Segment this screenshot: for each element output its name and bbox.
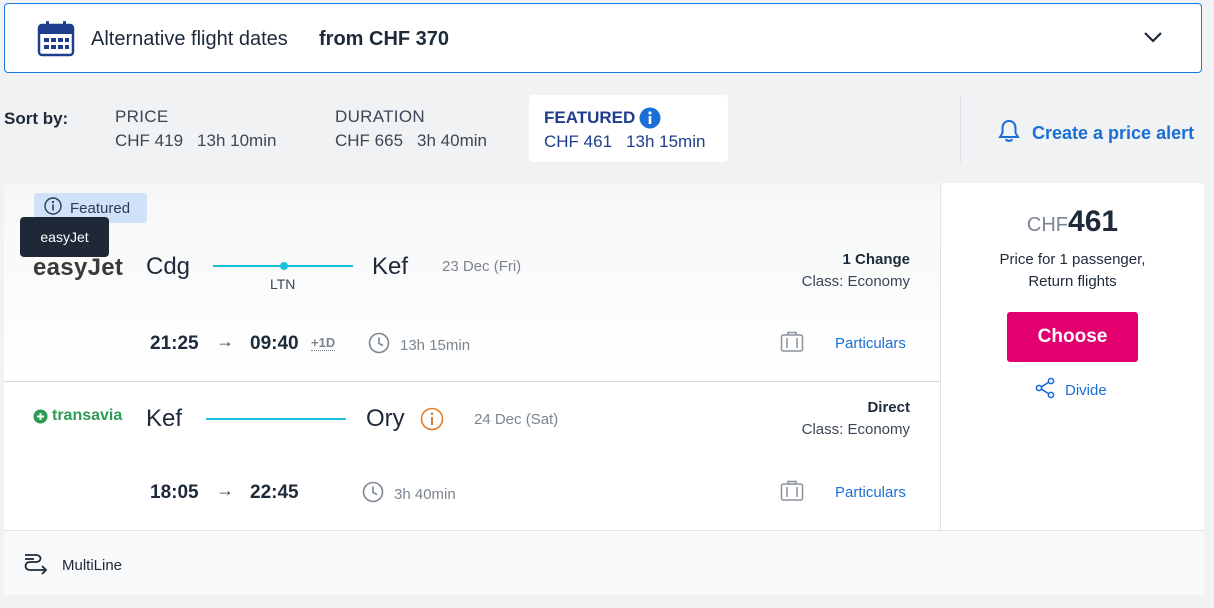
warning-icon[interactable] [420, 407, 444, 436]
clock-icon [362, 481, 384, 507]
transavia-logo: transavia [33, 407, 122, 425]
airline-tooltip: easyJet [20, 217, 109, 257]
clock-icon [368, 332, 390, 358]
sort-price-option[interactable]: PRICE CHF 419 13h 10min [115, 107, 276, 151]
share-icon [1034, 377, 1056, 403]
duration-text: 3h 40min [394, 485, 456, 503]
easyjet-logo: easyJet [33, 254, 124, 281]
sort-option-duration: 13h 15min [626, 132, 706, 151]
bell-icon [996, 118, 1022, 149]
price-note: Price for 1 passenger, Return flights [941, 249, 1204, 293]
alternative-dates-label: Alternative flight dates [91, 28, 288, 50]
divide-label: Divide [1065, 381, 1107, 399]
stopover-airport: LTN [270, 276, 296, 292]
sort-option-title: PRICE [115, 107, 169, 126]
alternative-dates-banner[interactable]: Alternative flight dates from CHF 370 [4, 3, 1202, 73]
info-icon [44, 197, 62, 219]
flight-duration: 3h 40min [362, 481, 456, 507]
calendar-icon [37, 20, 75, 63]
sort-option-title: FEATURED [544, 108, 636, 127]
sort-option-duration: 13h 10min [197, 131, 277, 150]
divider [960, 96, 961, 162]
sort-option-price: CHF 419 [115, 131, 184, 150]
cabin-class: Class: Economy [801, 421, 910, 438]
departure-time: 18:05 [150, 482, 199, 503]
departure-airport: Cdg [146, 253, 191, 280]
particulars-link[interactable]: Particulars [835, 484, 906, 501]
sort-option-price: CHF 665 [335, 131, 404, 150]
sort-by-label: Sort by: [4, 109, 69, 128]
changes-count: 1 Change [842, 251, 910, 268]
sort-option-title: DURATION [335, 107, 425, 126]
multiline-label: MultiLine [62, 556, 123, 574]
duration-text: 13h 15min [400, 336, 471, 354]
card-footer [4, 531, 1204, 595]
create-price-alert-link[interactable]: Create a price alert [996, 118, 1194, 149]
price-note-return: Return flights [1028, 273, 1117, 290]
featured-badge-label: Featured [70, 199, 131, 217]
luggage-icon[interactable] [780, 330, 804, 359]
sort-duration-option[interactable]: DURATION CHF 665 3h 40min [335, 107, 487, 151]
price-amount: 461 [1068, 205, 1119, 238]
choose-button[interactable]: Choose [1007, 312, 1138, 362]
stopover-dot [280, 262, 288, 270]
arrival-airport: Ory [366, 405, 405, 432]
sort-option-duration: 3h 40min [417, 131, 487, 150]
flight-date: 24 Dec (Sat) [474, 411, 559, 428]
info-icon[interactable] [639, 107, 661, 134]
plus-day-badge: +1D [311, 335, 336, 351]
create-price-alert-label: Create a price alert [1032, 123, 1195, 143]
airline-name: transavia [52, 407, 123, 424]
cabin-class: Class: Economy [801, 273, 910, 290]
multiline-icon [22, 549, 50, 581]
chevron-down-icon[interactable] [1143, 30, 1163, 49]
flight-duration: 13h 15min [368, 332, 470, 358]
alternative-dates-price: from CHF 370 [319, 28, 450, 50]
total-price: CHF461 [941, 205, 1204, 239]
arrival-airport: Kef [372, 253, 409, 280]
price-note-passengers: Price for 1 passenger, [999, 251, 1146, 268]
sort-option-price: CHF 461 [544, 132, 613, 151]
flight-date: 23 Dec (Fri) [442, 258, 522, 275]
changes-count: Direct [867, 399, 910, 416]
multiline-indicator: MultiLine [22, 549, 122, 581]
sort-featured-option[interactable]: FEATURED CHF 461 13h 15min [529, 95, 728, 162]
particulars-link[interactable]: Particulars [835, 335, 906, 352]
departure-airport: Kef [146, 405, 183, 432]
arrow-icon: → [216, 480, 234, 500]
arrow-icon: → [216, 331, 234, 351]
divide-link[interactable]: Divide [1034, 377, 1107, 403]
arrival-time: 22:45 [250, 482, 299, 503]
price-currency: CHF [1026, 214, 1069, 236]
luggage-icon[interactable] [780, 479, 804, 508]
arrival-time: 09:40 [250, 333, 299, 354]
route-line [206, 418, 346, 420]
departure-time: 21:25 [150, 333, 199, 354]
